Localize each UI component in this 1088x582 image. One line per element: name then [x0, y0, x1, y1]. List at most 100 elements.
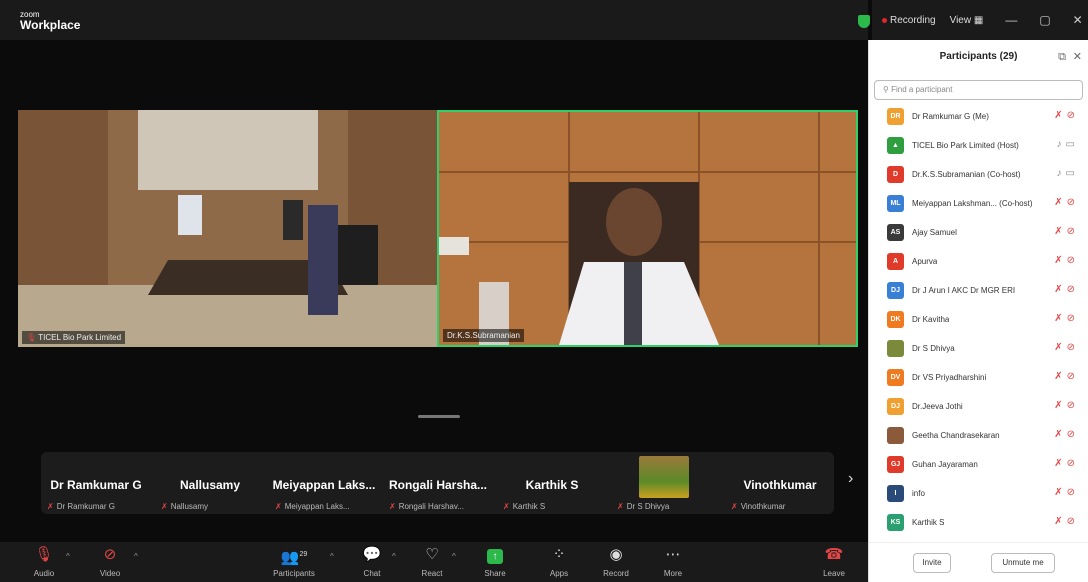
chat-button[interactable]: 💬 Chat [342, 546, 402, 578]
unmute-me-button[interactable]: Unmute me [991, 553, 1055, 573]
participant-row[interactable]: DJ Dr J Arun I AKC Dr MGR ERI ✗⊘ [869, 276, 1088, 305]
video-tile-ticel[interactable]: 🎙 TICEL Bio Park Limited [18, 110, 437, 347]
participants-button[interactable]: 👥29 Participants [264, 546, 324, 578]
participant-row[interactable]: DK Dr Kavitha ✗⊘ [869, 305, 1088, 334]
muted-mic-icon: ✗ [389, 502, 396, 511]
participants-count: 29 [299, 551, 308, 558]
react-caret-icon[interactable]: ^ [452, 552, 456, 561]
apps-button[interactable]: ⁘ Apps [529, 546, 589, 578]
avatar: GJ [887, 456, 904, 473]
meeting-toolbar: 🎙 Audio ^ ⊘ Video ^ 👥29 Participants ^ 💬… [0, 542, 868, 582]
participant-row[interactable]: Iinfo ✗⊘ [869, 479, 1088, 508]
participants-icon: 👥29 [280, 549, 308, 566]
share-button[interactable]: ↑ Share [465, 546, 525, 578]
mic-video-status-icon: ✗⊘ [1054, 400, 1079, 411]
participant-row[interactable]: ▲ TICEL Bio Park Limited (Host) ♪▭ [869, 131, 1088, 160]
participant-name: Dr VS Priyadharshini [912, 373, 987, 382]
react-button[interactable]: ♡ React [402, 546, 462, 578]
video-name: Dr.K.S.Subramanian [447, 331, 520, 340]
more-label: More [663, 569, 683, 578]
chat-caret-icon[interactable]: ^ [392, 552, 396, 561]
avatar: A [887, 253, 904, 270]
thumbnail-title: Rongali Harsha... [388, 478, 488, 492]
participant-row[interactable]: A Apurva ✗⊘ [869, 247, 1088, 276]
participant-row[interactable]: DR Dr Ramkumar G (Me) ✗⊘ [869, 102, 1088, 131]
recording-dot-icon [882, 17, 887, 23]
thumbnail-sub-text: Rongali Harshav... [398, 502, 464, 511]
mic-video-status-icon: ✗⊘ [1054, 255, 1079, 266]
mic-video-status-icon: ✗⊘ [1054, 284, 1079, 295]
video-button[interactable]: ⊘ Video [80, 546, 140, 578]
more-button[interactable]: ⋯ More [643, 546, 703, 578]
avatar [887, 427, 904, 444]
more-icon: ⋯ [665, 546, 681, 563]
participants-label: Participants [273, 569, 315, 578]
participant-row[interactable]: ML Meiyappan Lakshman... (Co-host) ✗⊘ [869, 189, 1088, 218]
participant-name: Dr Ramkumar G (Me) [912, 112, 989, 121]
participants-caret-icon[interactable]: ^ [330, 552, 334, 561]
thumbnail-tile[interactable]: Vinothkumar ✗ Vinothkumar [725, 452, 835, 514]
share-label: Share [484, 569, 506, 578]
participant-name: info [912, 489, 925, 498]
video-options-caret-icon[interactable]: ^ [134, 552, 138, 561]
popout-icon[interactable]: ⧉ [1058, 40, 1066, 74]
participant-row[interactable]: Geetha Chandrasekaran ✗⊘ [869, 421, 1088, 450]
participant-row[interactable]: AS Ajay Samuel ✗⊘ [869, 218, 1088, 247]
thumbnail-title: Nallusamy [179, 478, 241, 492]
muted-mic-icon: ✗ [617, 502, 624, 511]
thumbnail-tile[interactable]: Dr Ramkumar G ✗ Dr Ramkumar G [41, 452, 151, 514]
participant-row[interactable]: DV Dr VS Priyadharshini ✗⊘ [869, 363, 1088, 392]
participant-row[interactable]: D Dr.K.S.Subramanian (Co-host) ♪▭ [869, 160, 1088, 189]
participant-row[interactable]: GJ Guhan Jayaraman ✗⊘ [869, 450, 1088, 479]
participant-row[interactable]: DJ Dr.Jeeva Jothi ✗⊘ [869, 392, 1088, 421]
participant-name: Dr S Dhivya [912, 344, 955, 353]
encryption-shield-icon[interactable] [858, 15, 870, 28]
search-icon: ⚲ [883, 85, 889, 94]
participant-row[interactable]: Dr S Dhivya ✗⊘ [869, 334, 1088, 363]
mic-video-status-icon: ✗⊘ [1054, 429, 1079, 440]
thumbnail-tile[interactable]: Nallusamy ✗ Nallusamy [155, 452, 265, 514]
panel-footer: Invite Unmute me [869, 542, 1088, 582]
minimize-button[interactable]: — [1005, 13, 1017, 27]
participants-panel: Participants (29) ⧉ ✕ ⚲ Find a participa… [868, 40, 1088, 582]
view-button[interactable]: View ▦ [950, 15, 984, 26]
muted-mic-icon: 🎙 [26, 333, 37, 342]
participant-search-input[interactable]: ⚲ Find a participant [874, 80, 1083, 100]
leave-button[interactable]: ☎ Leave [804, 546, 864, 578]
record-button[interactable]: ◉ Record [586, 546, 646, 578]
avatar: DV [887, 369, 904, 386]
title-bar: zoom Workplace [0, 0, 868, 40]
recording-label[interactable]: Recording [890, 15, 936, 26]
thumbnail-title: Meiyappan Laks... [272, 478, 376, 492]
thumbnail-tile[interactable]: Karthik S ✗ Karthik S [497, 452, 607, 514]
search-placeholder: Find a participant [891, 85, 953, 94]
avatar: I [887, 485, 904, 502]
mic-video-status-icon: ✗⊘ [1054, 226, 1079, 237]
thumbnail-sub-text: Karthik S [512, 502, 546, 511]
next-page-chevron-icon[interactable]: › [848, 470, 853, 488]
thumbnail-tile[interactable]: ✗ Dr S Dhivya [611, 452, 721, 514]
thumbnail-tile[interactable]: Rongali Harsha... ✗ Rongali Harshav... [383, 452, 493, 514]
resize-handle[interactable] [418, 415, 460, 418]
maximize-button[interactable]: ▢ [1039, 13, 1050, 27]
record-label: Record [603, 569, 629, 578]
participant-name: Apurva [912, 257, 938, 266]
thumbnail-tile[interactable]: Meiyappan Laks... ✗ Meiyappan Laks... [269, 452, 379, 514]
avatar: D [887, 166, 904, 183]
thumbnail-sub: ✗ Nallusamy [161, 502, 208, 511]
participant-name: Ajay Samuel [912, 228, 957, 237]
muted-mic-icon: ✗ [275, 502, 282, 511]
video-tile-subramanian[interactable]: Dr.K.S.Subramanian [437, 110, 858, 347]
thumbnail-sub: ✗ Vinothkumar [731, 502, 785, 511]
avatar: DJ [887, 398, 904, 415]
invite-button[interactable]: Invite [913, 553, 951, 573]
close-panel-icon[interactable]: ✕ [1073, 40, 1082, 74]
thumbnail-sub-text: Vinothkumar [740, 502, 786, 511]
close-button[interactable]: ✕ [1073, 13, 1083, 27]
participant-row[interactable]: KS Karthik S ✗⊘ [869, 508, 1088, 537]
audio-button[interactable]: 🎙 Audio [14, 546, 74, 578]
audio-options-caret-icon[interactable]: ^ [66, 552, 70, 561]
view-label: View [949, 14, 972, 26]
avatar: DK [887, 311, 904, 328]
muted-mic-icon: ✗ [47, 502, 54, 511]
